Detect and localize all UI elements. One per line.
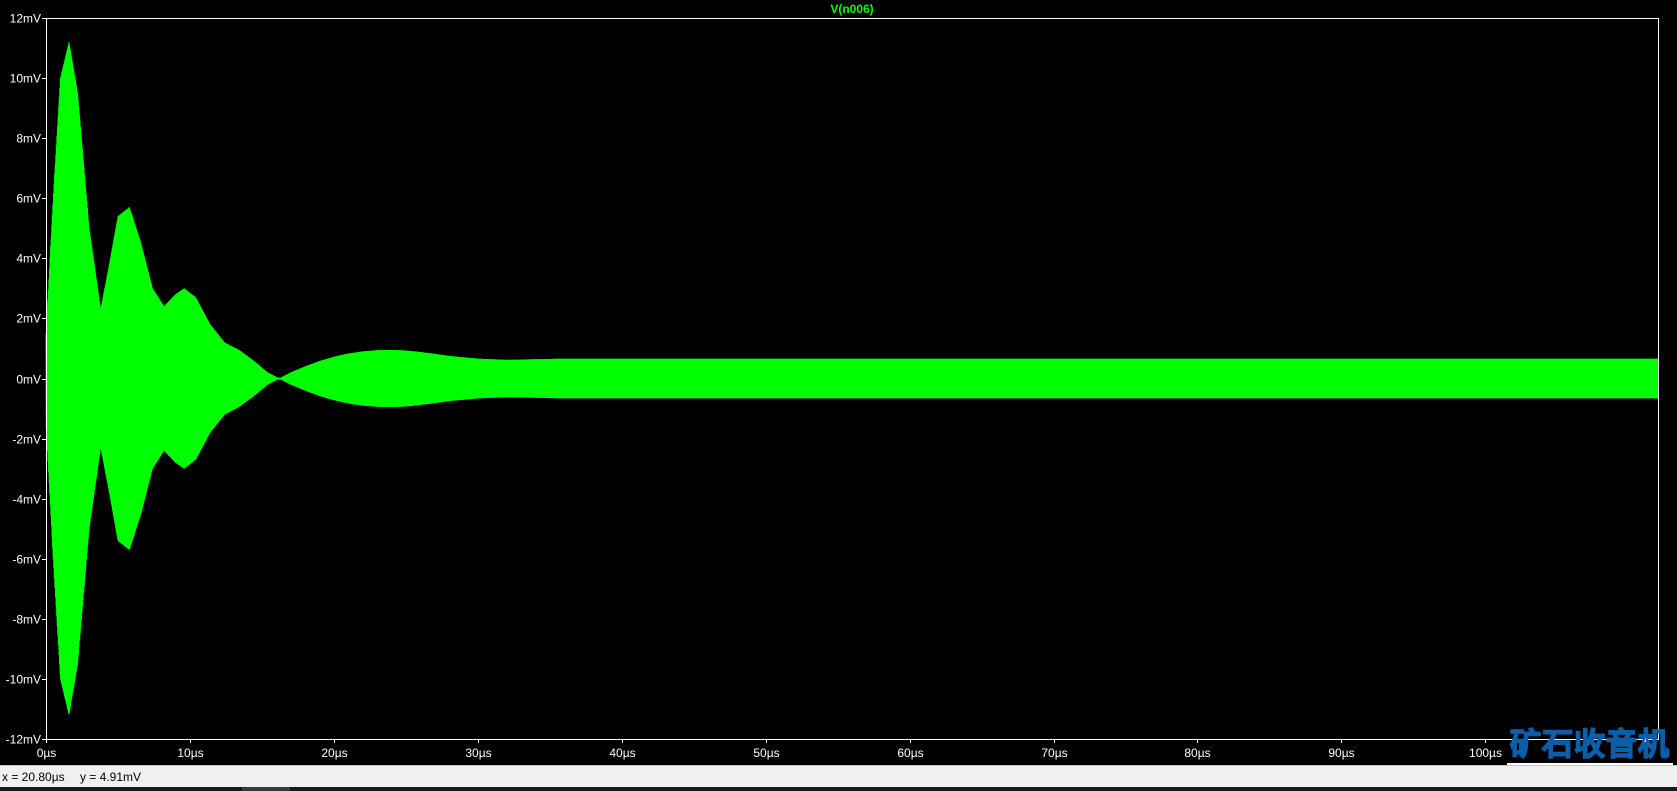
y-tick-label: -4mV [12,493,41,507]
x-tick-label: 100µs [1469,746,1502,760]
y-tick-label: -10mV [6,673,41,687]
y-tick-label: 2mV [16,312,41,326]
trace-label-v-n006[interactable]: V(n006) [830,2,873,16]
waveform-plot[interactable]: 12mV 10mV 8mV 6mV 4mV 2mV 0mV -2mV -4mV -6mV -8mV -… [0,0,1677,765]
y-tick-label: 12mV [10,12,41,26]
y-tick-label: 0mV [16,373,41,387]
taskbar-tab[interactable] [242,787,290,791]
status-bar: x = 20.80µs y = 4.91mV [0,765,1677,788]
x-tick-label: 40µs [609,746,635,760]
x-tick-label: 90µs [1328,746,1354,760]
y-tick-label: -12mV [6,733,41,747]
cursor-y-readout: y = 4.91mV [79,770,141,784]
x-tick-label: 60µs [897,746,923,760]
y-tick-label: -8mV [12,613,41,627]
y-tick-label: 8mV [16,132,41,146]
taskbar-strip [0,787,1677,791]
y-tick-label: 4mV [16,252,41,266]
y-tick-label: -6mV [12,553,41,567]
waveform-viewer-window: 12mV 10mV 8mV 6mV 4mV 2mV 0mV -2mV -4mV -6mV -8mV -… [0,0,1677,791]
y-tick-label: 6mV [16,192,41,206]
x-tick-label: 10µs [177,746,203,760]
x-tick-label: 70µs [1041,746,1067,760]
x-tick-label: 80µs [1184,746,1210,760]
x-tick-label: 20µs [321,746,347,760]
x-tick-label: 50µs [753,746,779,760]
x-tick-label: 30µs [465,746,491,760]
y-tick-label: -2mV [12,433,41,447]
cursor-x-readout: x = 20.80µs [2,770,65,784]
x-tick-label: 0µs [37,746,57,760]
y-tick-label: 10mV [10,72,41,86]
